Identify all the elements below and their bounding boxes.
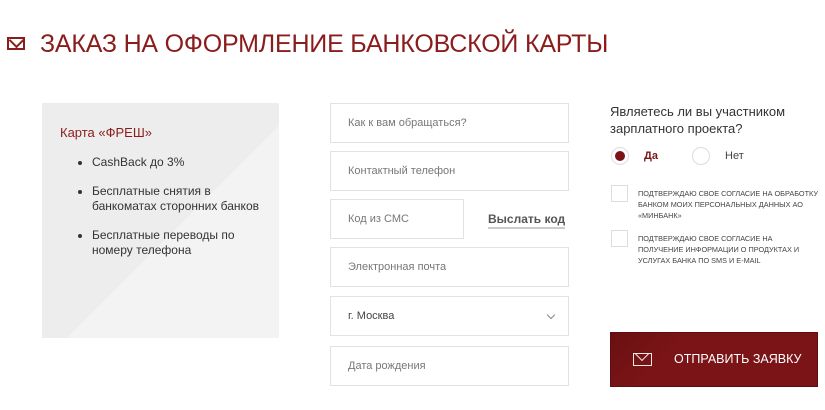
consent-personal-data-checkbox[interactable] [611,185,628,202]
consent-marketing-checkbox[interactable] [611,230,628,247]
sms-code-input[interactable]: Код из СМС [330,199,464,239]
feature-item: CashBack до 3% [92,155,272,170]
consent-personal-data-label: Подтверждаю свое согласие на обработку б… [638,189,818,220]
email-input[interactable]: Электронная почта [330,247,569,287]
salary-project-question: Являетесь ли вы участником зарплатного п… [610,104,786,136]
feature-item: Бесплатные снятия в банкоматах сторонних… [92,184,272,214]
radio-yes-label[interactable]: Да [644,150,658,162]
radio-yes[interactable] [611,147,629,165]
city-value: г. Москва [348,310,395,322]
name-input[interactable]: Как к вам обращаться? [330,103,569,143]
consent-marketing-label: Подтверждаю свое согласие на получение и… [638,234,800,265]
send-code-link[interactable]: Выслать код [488,212,566,229]
city-select[interactable]: г. Москва [330,296,569,336]
radio-no-label[interactable]: Нет [725,150,744,162]
feature-item: Бесплатные переводы по номеру телефона [92,228,272,258]
mail-icon [633,353,652,366]
card-features: CashBack до 3% Бесплатные снятия в банко… [92,155,272,272]
page-title: ЗАКАЗ НА ОФОРМЛЕНИЕ БАНКОВСКОЙ КАРТЫ [40,30,609,58]
card-title: Карта «ФРЕШ» [60,125,152,140]
submit-label: ОТПРАВИТЬ ЗАЯВКУ [674,352,802,366]
chevron-down-icon [546,310,556,320]
birthdate-input[interactable]: Дата рождения [330,346,569,386]
submit-button[interactable]: ОТПРАВИТЬ ЗАЯВКУ [610,332,818,387]
phone-input[interactable]: Контактный телефон [330,151,569,191]
card-info-panel: Карта «ФРЕШ» CashBack до 3% Бесплатные с… [42,103,279,338]
radio-no[interactable] [692,147,710,165]
mail-icon [7,37,25,50]
